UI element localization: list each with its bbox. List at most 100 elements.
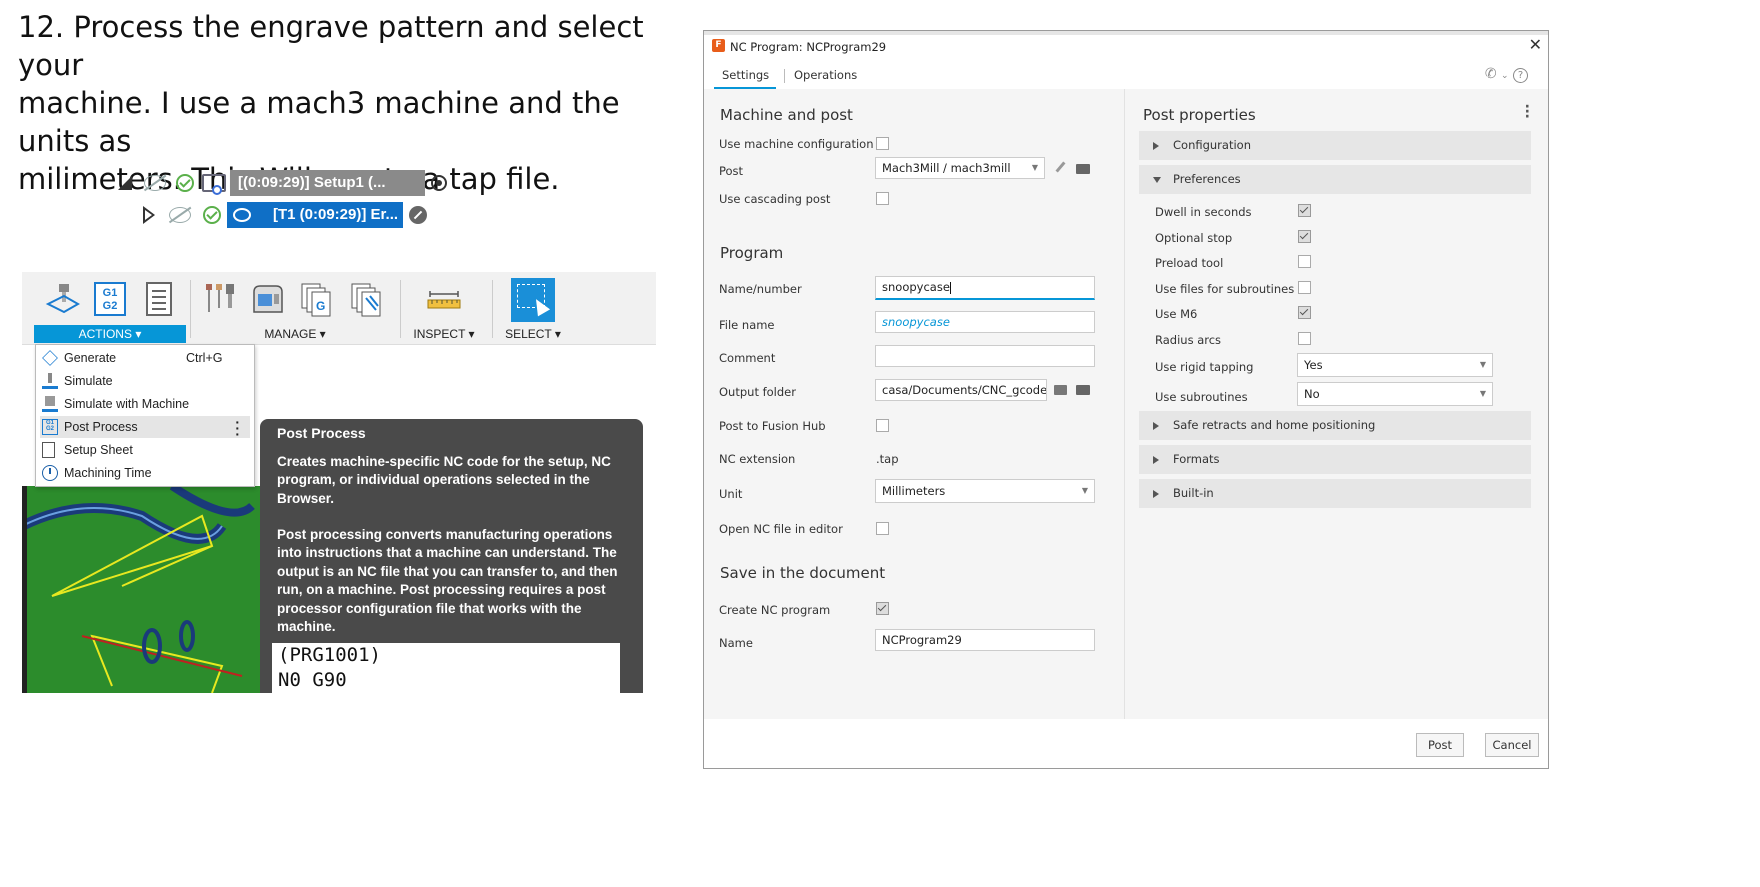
name-number-value: snoopycase: [882, 280, 950, 294]
actions-menu-button[interactable]: ACTIONS ▾: [34, 325, 186, 343]
built-in-group[interactable]: Built-in: [1139, 479, 1531, 508]
safe-retracts-group[interactable]: Safe retracts and home positioning: [1139, 411, 1531, 440]
tab-settings[interactable]: Settings: [722, 68, 769, 82]
output-folder-label: Output folder: [719, 385, 796, 399]
post-select[interactable]: Mach3Mill / mach3mill ▼: [875, 157, 1045, 179]
comment-input[interactable]: [875, 345, 1095, 367]
menu-item-generate[interactable]: Generate Ctrl+G: [40, 347, 250, 369]
preload-tool-checkbox[interactable]: [1298, 255, 1311, 268]
chevron-right-icon: [1153, 422, 1159, 430]
browser-row-operation[interactable]: [T1 (0:09:29)] Er...: [143, 202, 427, 228]
help-icon[interactable]: ?: [1513, 68, 1528, 83]
folder-open-icon[interactable]: [1076, 383, 1092, 397]
optional-stop-label: Optional stop: [1155, 231, 1233, 245]
use-m6-checkbox[interactable]: [1298, 306, 1311, 319]
operation-label[interactable]: [T1 (0:09:29)] Er...: [227, 202, 403, 228]
code-line: (PRG1001): [278, 644, 381, 666]
use-files-for-subroutines-checkbox[interactable]: [1298, 281, 1311, 294]
tab-operations[interactable]: Operations: [794, 68, 857, 82]
visibility-off-icon[interactable]: [144, 175, 166, 191]
help-icons[interactable]: ✆ ⌄ ?: [1485, 66, 1528, 83]
safe-retracts-group-label: Safe retracts and home positioning: [1173, 418, 1376, 432]
tool-library-icon[interactable]: [202, 282, 238, 318]
caption-line-1: 12. Process the engrave pattern and sele…: [18, 10, 644, 82]
radius-arcs-checkbox[interactable]: [1298, 332, 1311, 345]
setup-sheet-icon: [42, 442, 55, 458]
chevron-down-icon: ▼: [1081, 486, 1088, 495]
preferences-group[interactable]: Preferences: [1139, 165, 1531, 194]
nc-program-icon[interactable]: G: [298, 282, 334, 318]
formats-group[interactable]: Formats: [1139, 445, 1531, 474]
more-options-icon[interactable]: · · ·: [235, 415, 240, 441]
folder-cloud-icon[interactable]: [1054, 383, 1070, 397]
visibility-off-icon[interactable]: [169, 207, 191, 223]
use-cascading-post-checkbox[interactable]: [876, 192, 889, 205]
dwell-in-seconds-checkbox[interactable]: [1298, 204, 1311, 217]
configuration-group[interactable]: Configuration: [1139, 131, 1531, 160]
name-input[interactable]: NCProgram29: [875, 629, 1095, 651]
file-name-input[interactable]: snoopycase: [875, 311, 1095, 333]
simulate-machine-icon: [42, 396, 58, 412]
setup-label[interactable]: [(0:09:29)] Setup1 (...: [230, 170, 425, 196]
chevron-down-icon[interactable]: ⌄: [1501, 71, 1509, 81]
expand-triangle-icon[interactable]: [118, 176, 132, 190]
chevron-right-icon: [1153, 490, 1159, 498]
use-rigid-tapping-select[interactable]: Yes ▼: [1297, 353, 1493, 377]
more-options-icon[interactable]: · · ·: [1525, 100, 1530, 124]
manufacture-toolbar: G1 G2 ACTIONS ▾ G MANAGE ▾ INSPECT ▾ SEL…: [22, 272, 656, 345]
nc-extension-label: NC extension: [719, 452, 796, 466]
setup-sheet-tool-icon[interactable]: [146, 282, 172, 316]
menu-item-machining-time[interactable]: Machining Time: [40, 462, 250, 484]
nc-extension-value: .tap: [876, 452, 899, 466]
post-to-fusion-hub-checkbox[interactable]: [876, 419, 889, 432]
menu-item-setup-sheet[interactable]: Setup Sheet: [40, 439, 250, 461]
post-button[interactable]: Post: [1416, 733, 1464, 757]
chevron-down-icon: [1153, 177, 1161, 183]
generate-icon: [42, 350, 58, 366]
manage-menu-button[interactable]: MANAGE ▾: [200, 325, 390, 343]
use-machine-configuration-label: Use machine configuration: [719, 137, 874, 151]
use-machine-configuration-checkbox[interactable]: [876, 137, 889, 150]
create-nc-program-label: Create NC program: [719, 603, 831, 617]
inspect-menu-button[interactable]: INSPECT ▾: [406, 325, 482, 343]
simulate-tool-icon[interactable]: [44, 282, 80, 318]
post-to-fusion-hub-label: Post to Fusion Hub: [719, 419, 826, 433]
nc-program-dialog: F NC Program: NCProgram29 ✕ Settings Ope…: [703, 30, 1549, 769]
menu-item-simulate[interactable]: Simulate: [40, 370, 250, 392]
folder-open-icon[interactable]: [1076, 162, 1092, 176]
browser-row-setup[interactable]: [(0:09:29)] Setup1 (...: [118, 170, 447, 196]
create-nc-program-checkbox[interactable]: [876, 602, 889, 615]
collapse-triangle-icon[interactable]: [143, 206, 155, 224]
menu-item-post-process[interactable]: G1 G2 Post Process · · ·: [40, 415, 250, 441]
file-name-label: File name: [719, 318, 775, 332]
post-process-icon: G1 G2: [42, 419, 58, 435]
select-arrow-icon[interactable]: [511, 278, 555, 322]
close-icon[interactable]: ✕: [1529, 35, 1542, 54]
template-library-icon[interactable]: [348, 282, 384, 318]
activate-radio-icon[interactable]: [431, 175, 447, 191]
post-select-value: Mach3Mill / mach3mill: [882, 161, 1011, 175]
pencil-edit-icon[interactable]: [1053, 161, 1069, 175]
name-number-input[interactable]: snoopycase: [875, 276, 1095, 300]
post-process-tool-icon[interactable]: G1 G2: [94, 282, 126, 316]
svg-text:G: G: [316, 299, 325, 313]
cancel-button[interactable]: Cancel: [1485, 733, 1539, 757]
measure-icon[interactable]: [426, 282, 462, 318]
use-subroutines-value: No: [1304, 387, 1320, 401]
open-nc-file-label: Open NC file in editor: [719, 522, 843, 536]
optional-stop-checkbox[interactable]: [1298, 230, 1311, 243]
use-subroutines-select[interactable]: No ▼: [1297, 382, 1493, 406]
tooltip-code-preview: (PRG1001) N0 G90: [272, 643, 620, 693]
contact-support-icon[interactable]: ✆: [1485, 66, 1497, 82]
unit-select[interactable]: Millimeters ▼: [875, 479, 1095, 503]
menu-item-label: Simulate: [64, 374, 113, 388]
open-nc-file-checkbox[interactable]: [876, 522, 889, 535]
machine-library-icon[interactable]: [250, 282, 286, 318]
select-menu-button[interactable]: SELECT ▾: [500, 325, 566, 343]
menu-item-simulate-with-machine[interactable]: Simulate with Machine: [40, 393, 250, 415]
menu-item-label: Machining Time: [64, 466, 152, 480]
menu-item-shortcut: Ctrl+G: [186, 351, 223, 365]
use-files-for-subroutines-label: Use files for subroutines: [1155, 282, 1295, 296]
output-folder-input[interactable]: casa/Documents/CNC_gcode: [875, 379, 1047, 401]
use-rigid-tapping-value: Yes: [1304, 358, 1323, 372]
